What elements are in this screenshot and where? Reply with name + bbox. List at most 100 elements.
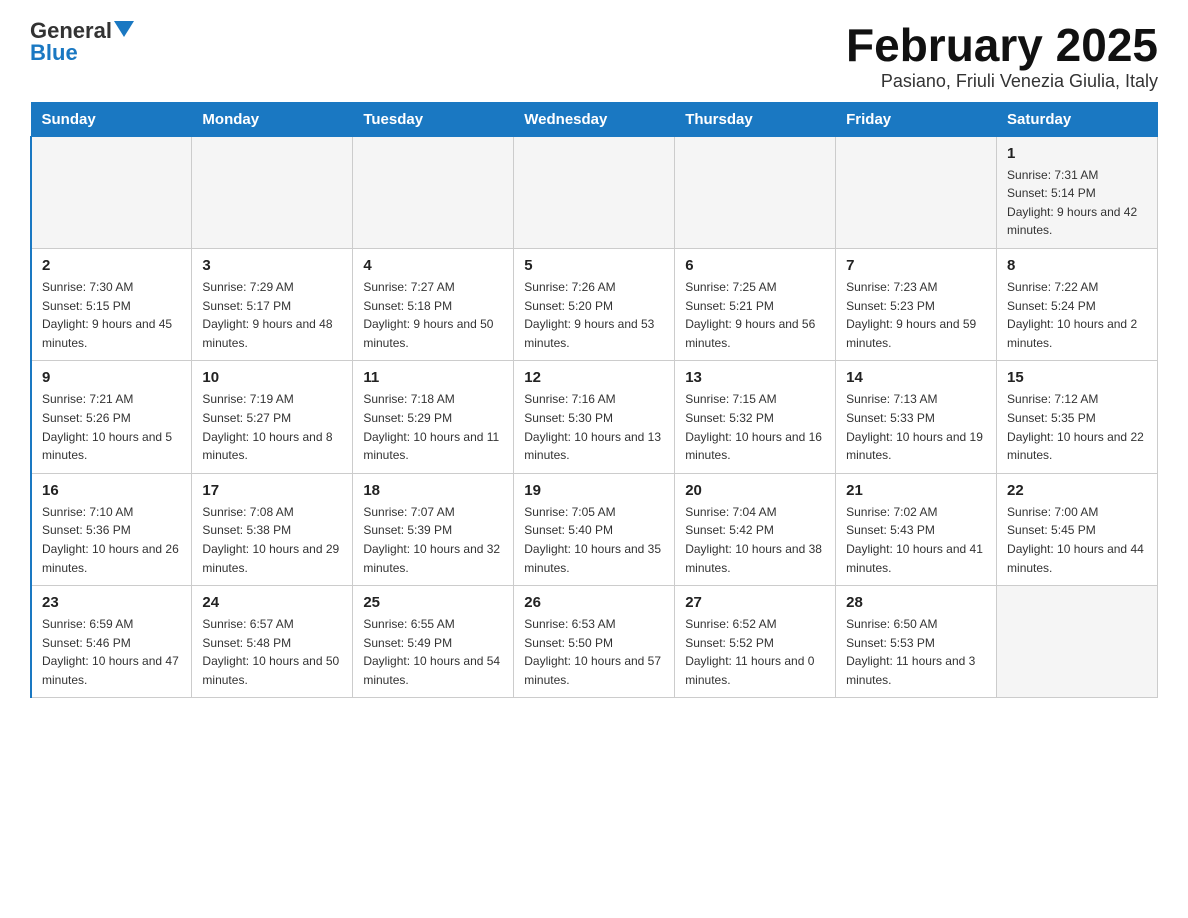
calendar-header-row: Sunday Monday Tuesday Wednesday Thursday… — [31, 102, 1158, 136]
day-number: 8 — [1007, 257, 1147, 274]
day-info: Sunrise: 7:13 AMSunset: 5:33 PMDaylight:… — [846, 390, 986, 464]
calendar-day-cell — [353, 136, 514, 248]
day-number: 9 — [42, 369, 181, 386]
col-thursday: Thursday — [675, 102, 836, 136]
col-tuesday: Tuesday — [353, 102, 514, 136]
calendar-day-cell: 26 Sunrise: 6:53 AMSunset: 5:50 PMDayligh… — [514, 586, 675, 698]
calendar-day-cell — [836, 136, 997, 248]
day-number: 11 — [363, 369, 503, 386]
calendar-day-cell: 3Sunrise: 7:29 AMSunset: 5:17 PMDaylight… — [192, 248, 353, 360]
day-number: 23 — [42, 594, 181, 611]
day-number: 19 — [524, 482, 664, 499]
day-number: 14 — [846, 369, 986, 386]
calendar-day-cell: 16Sunrise: 7:10 AMSunset: 5:36 PMDayligh… — [31, 473, 192, 585]
calendar-week-row: 16Sunrise: 7:10 AMSunset: 5:36 PMDayligh… — [31, 473, 1158, 585]
calendar-day-cell: 5 Sunrise: 7:26 AMSunset: 5:20 PMDaylight… — [514, 248, 675, 360]
calendar-day-cell: 27Sunrise: 6:52 AMSunset: 5:52 PMDayligh… — [675, 586, 836, 698]
logo: General Blue — [30, 20, 134, 64]
calendar-day-cell — [675, 136, 836, 248]
day-number: 5 — [524, 257, 664, 274]
day-number: 16 — [42, 482, 181, 499]
calendar-week-row: 9 Sunrise: 7:21 AMSunset: 5:26 PMDaylight… — [31, 361, 1158, 473]
day-number: 7 — [846, 257, 986, 274]
day-info: Sunrise: 7:31 AMSunset: 5:14 PMDaylight:… — [1007, 166, 1147, 240]
calendar-day-cell: 15 Sunrise: 7:12 AMSunset: 5:35 PMDayligh… — [997, 361, 1158, 473]
col-saturday: Saturday — [997, 102, 1158, 136]
day-info: Sunrise: 7:16 AMSunset: 5:30 PMDaylight:… — [524, 390, 664, 464]
day-number: 18 — [363, 482, 503, 499]
day-number: 20 — [685, 482, 825, 499]
calendar-day-cell: 28 Sunrise: 6:50 AMSunset: 5:53 PMDayligh… — [836, 586, 997, 698]
day-info: Sunrise: 7:30 AMSunset: 5:15 PMDaylight:… — [42, 278, 181, 352]
day-info: Sunrise: 7:08 AMSunset: 5:38 PMDaylight:… — [202, 503, 342, 577]
day-number: 10 — [202, 369, 342, 386]
day-number: 17 — [202, 482, 342, 499]
day-info: Sunrise: 6:55 AMSunset: 5:49 PMDaylight:… — [363, 615, 503, 689]
calendar-day-cell — [31, 136, 192, 248]
day-info: Sunrise: 7:18 AMSunset: 5:29 PMDaylight:… — [363, 390, 503, 464]
calendar-day-cell: 6Sunrise: 7:25 AMSunset: 5:21 PMDaylight… — [675, 248, 836, 360]
calendar-day-cell — [514, 136, 675, 248]
day-info: Sunrise: 6:57 AMSunset: 5:48 PMDaylight:… — [202, 615, 342, 689]
calendar-day-cell: 1 Sunrise: 7:31 AMSunset: 5:14 PMDaylight… — [997, 136, 1158, 248]
calendar-day-cell: 23Sunrise: 6:59 AMSunset: 5:46 PMDayligh… — [31, 586, 192, 698]
day-info: Sunrise: 7:15 AMSunset: 5:32 PMDaylight:… — [685, 390, 825, 464]
calendar-day-cell: 21 Sunrise: 7:02 AMSunset: 5:43 PMDayligh… — [836, 473, 997, 585]
calendar-day-cell — [997, 586, 1158, 698]
day-info: Sunrise: 7:12 AMSunset: 5:35 PMDaylight:… — [1007, 390, 1147, 464]
calendar-day-cell: 24 Sunrise: 6:57 AMSunset: 5:48 PMDayligh… — [192, 586, 353, 698]
calendar-day-cell: 9 Sunrise: 7:21 AMSunset: 5:26 PMDaylight… — [31, 361, 192, 473]
calendar-table: Sunday Monday Tuesday Wednesday Thursday… — [30, 102, 1158, 699]
col-monday: Monday — [192, 102, 353, 136]
day-number: 26 — [524, 594, 664, 611]
day-info: Sunrise: 6:52 AMSunset: 5:52 PMDaylight:… — [685, 615, 825, 689]
col-friday: Friday — [836, 102, 997, 136]
calendar-day-cell: 4 Sunrise: 7:27 AMSunset: 5:18 PMDaylight… — [353, 248, 514, 360]
calendar-day-cell — [192, 136, 353, 248]
calendar-day-cell: 22 Sunrise: 7:00 AMSunset: 5:45 PMDayligh… — [997, 473, 1158, 585]
day-info: Sunrise: 7:23 AMSunset: 5:23 PMDaylight:… — [846, 278, 986, 352]
day-info: Sunrise: 7:19 AMSunset: 5:27 PMDaylight:… — [202, 390, 342, 464]
day-info: Sunrise: 6:53 AMSunset: 5:50 PMDaylight:… — [524, 615, 664, 689]
day-number: 13 — [685, 369, 825, 386]
day-info: Sunrise: 7:26 AMSunset: 5:20 PMDaylight:… — [524, 278, 664, 352]
calendar-day-cell: 8 Sunrise: 7:22 AMSunset: 5:24 PMDaylight… — [997, 248, 1158, 360]
logo-triangle-icon — [114, 21, 134, 37]
calendar-day-cell: 17 Sunrise: 7:08 AMSunset: 5:38 PMDayligh… — [192, 473, 353, 585]
calendar-day-cell: 7 Sunrise: 7:23 AMSunset: 5:23 PMDaylight… — [836, 248, 997, 360]
title-area: February 2025 Pasiano, Friuli Venezia Gi… — [846, 20, 1158, 92]
day-info: Sunrise: 7:27 AMSunset: 5:18 PMDaylight:… — [363, 278, 503, 352]
day-info: Sunrise: 7:00 AMSunset: 5:45 PMDaylight:… — [1007, 503, 1147, 577]
logo-text-general: General — [30, 20, 112, 42]
day-info: Sunrise: 7:02 AMSunset: 5:43 PMDaylight:… — [846, 503, 986, 577]
calendar-day-cell: 25Sunrise: 6:55 AMSunset: 5:49 PMDayligh… — [353, 586, 514, 698]
day-info: Sunrise: 7:29 AMSunset: 5:17 PMDaylight:… — [202, 278, 342, 352]
day-number: 6 — [685, 257, 825, 274]
day-info: Sunrise: 7:07 AMSunset: 5:39 PMDaylight:… — [363, 503, 503, 577]
day-number: 22 — [1007, 482, 1147, 499]
page-header: General Blue February 2025 Pasiano, Friu… — [30, 20, 1158, 92]
day-info: Sunrise: 7:04 AMSunset: 5:42 PMDaylight:… — [685, 503, 825, 577]
calendar-week-row: 23Sunrise: 6:59 AMSunset: 5:46 PMDayligh… — [31, 586, 1158, 698]
location-subtitle: Pasiano, Friuli Venezia Giulia, Italy — [846, 71, 1158, 92]
calendar-day-cell: 13 Sunrise: 7:15 AMSunset: 5:32 PMDayligh… — [675, 361, 836, 473]
calendar-day-cell: 14 Sunrise: 7:13 AMSunset: 5:33 PMDayligh… — [836, 361, 997, 473]
calendar-week-row: 1 Sunrise: 7:31 AMSunset: 5:14 PMDaylight… — [31, 136, 1158, 248]
month-year-title: February 2025 — [846, 20, 1158, 71]
day-number: 28 — [846, 594, 986, 611]
day-info: Sunrise: 6:50 AMSunset: 5:53 PMDaylight:… — [846, 615, 986, 689]
day-number: 21 — [846, 482, 986, 499]
col-sunday: Sunday — [31, 102, 192, 136]
day-number: 1 — [1007, 145, 1147, 162]
day-number: 15 — [1007, 369, 1147, 386]
day-number: 2 — [42, 257, 181, 274]
day-info: Sunrise: 7:22 AMSunset: 5:24 PMDaylight:… — [1007, 278, 1147, 352]
day-number: 24 — [202, 594, 342, 611]
calendar-week-row: 2 Sunrise: 7:30 AMSunset: 5:15 PMDaylight… — [31, 248, 1158, 360]
day-number: 4 — [363, 257, 503, 274]
day-info: Sunrise: 7:21 AMSunset: 5:26 PMDaylight:… — [42, 390, 181, 464]
calendar-day-cell: 12Sunrise: 7:16 AMSunset: 5:30 PMDayligh… — [514, 361, 675, 473]
calendar-day-cell: 18 Sunrise: 7:07 AMSunset: 5:39 PMDayligh… — [353, 473, 514, 585]
calendar-day-cell: 2 Sunrise: 7:30 AMSunset: 5:15 PMDaylight… — [31, 248, 192, 360]
day-info: Sunrise: 7:05 AMSunset: 5:40 PMDaylight:… — [524, 503, 664, 577]
